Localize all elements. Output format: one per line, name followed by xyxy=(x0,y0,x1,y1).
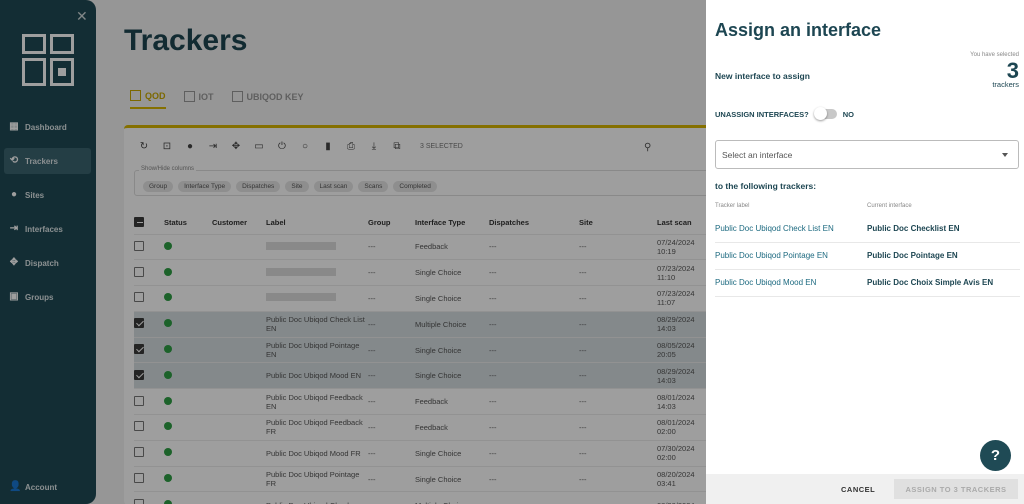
chevron-down-icon xyxy=(1002,153,1008,157)
help-button[interactable]: ? xyxy=(980,440,1011,471)
tracker-label: Public Doc Ubiqod Pointage EN xyxy=(715,251,828,260)
unassign-value: NO xyxy=(842,109,855,119)
drawer-footer: CANCEL ASSIGN TO 3 TRACKERS xyxy=(706,474,1024,504)
current-interface: Public Doc Pointage EN xyxy=(867,251,958,260)
new-interface-label: New interface to assign xyxy=(715,71,810,81)
selected-unit: trackers xyxy=(992,80,1019,89)
unassign-toggle[interactable] xyxy=(813,107,837,120)
tracker-label: Public Doc Ubiqod Mood EN xyxy=(715,278,817,287)
tracker-row: Public Doc Ubiqod Check List EN Public D… xyxy=(715,216,1020,243)
interface-select[interactable]: Select an interface xyxy=(715,140,1019,169)
current-interface: Public Doc Choix Simple Avis EN xyxy=(867,278,994,287)
assign-interface-drawer: Assign an interface You have selected 3 … xyxy=(706,0,1024,504)
assign-button[interactable]: ASSIGN TO 3 TRACKERS xyxy=(894,479,1018,499)
select-placeholder: Select an interface xyxy=(722,150,793,160)
unassign-row: UNASSIGN INTERFACES? NO xyxy=(715,107,855,120)
unassign-label: UNASSIGN INTERFACES? xyxy=(715,109,809,119)
current-interface: Public Doc Checklist EN xyxy=(867,224,960,233)
col-current-interface: Current interface xyxy=(867,203,912,209)
tracker-row: Public Doc Ubiqod Mood EN Public Doc Cho… xyxy=(715,270,1020,297)
col-tracker-label: Tracker label xyxy=(715,203,750,209)
modal-backdrop[interactable] xyxy=(0,0,706,504)
tracker-label: Public Doc Ubiqod Check List EN xyxy=(715,224,834,233)
drawer-title: Assign an interface xyxy=(715,20,882,40)
tracker-row: Public Doc Ubiqod Pointage EN Public Doc… xyxy=(715,243,1020,270)
following-trackers-label: to the following trackers: xyxy=(715,181,817,191)
cancel-button[interactable]: CANCEL xyxy=(841,485,875,494)
